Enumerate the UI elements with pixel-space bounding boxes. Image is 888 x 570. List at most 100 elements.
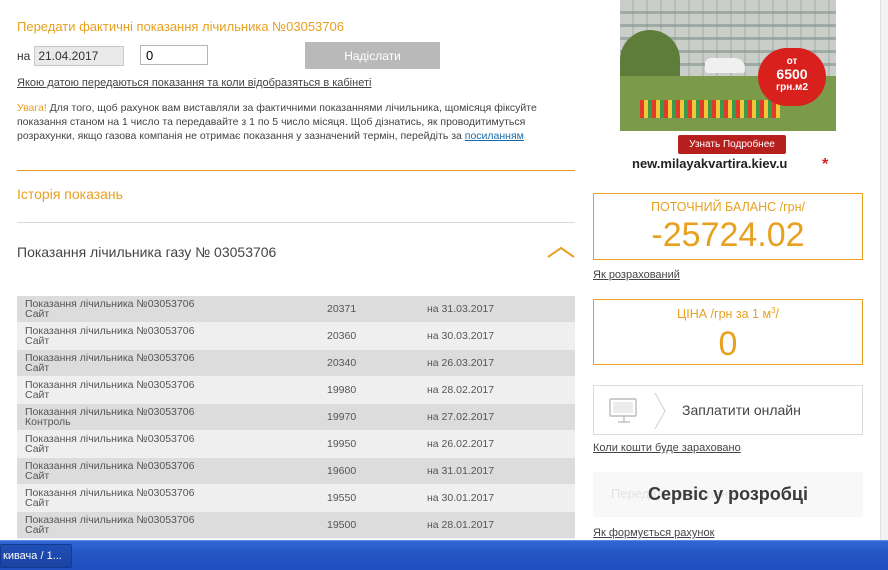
table-row: Показання лічильника №03053706 Сайт 20371 н… (17, 296, 575, 323)
row-name: Показання лічильника №03053706 Сайт (17, 514, 319, 536)
computer-icon (609, 398, 637, 423)
row-date: на 28.01.2017 (427, 519, 495, 531)
chevron-up-icon[interactable] (547, 245, 575, 259)
balance-calculation-link[interactable]: Як розрахований (593, 269, 680, 281)
row-meter-name: Показання лічильника №03053706 (25, 433, 195, 445)
row-name: Показання лічильника №03053706 Сайт (17, 433, 319, 455)
ad-star-icon: * (822, 156, 829, 173)
bill-formation-link[interactable]: Як формується рахунок (593, 527, 714, 539)
price-value: 0 (718, 325, 738, 364)
pay-online-label: Заплатити онлайн (682, 402, 801, 418)
ad-more-button[interactable]: Узнать Подробнее (678, 135, 786, 154)
ad-price-value: 6500 (776, 66, 808, 82)
table-row: Показання лічильника №03053706 Сайт 20340 н… (17, 350, 575, 377)
price-box: ЦІНА /грн за 1 м3/ 0 (593, 299, 863, 365)
readings-table: Показання лічильника №03053706 Сайт 20371 н… (17, 296, 575, 539)
row-name: Показання лічильника №03053706 Сайт (17, 352, 319, 374)
row-source: Контроль (25, 416, 71, 428)
warning-note: Увага! Для того, щоб рахунок вам виставл… (17, 101, 577, 143)
table-row: Показання лічильника №03053706 Сайт 19980 н… (17, 377, 575, 404)
table-row: Показання лічильника №03053706 Сайт 19500 н… (17, 512, 575, 539)
ad-price-unit: грн.м2 (775, 82, 809, 93)
date-row: на 21.04.2017 (17, 45, 125, 67)
row-name: Показання лічильника №03053706 Контроль (17, 407, 319, 428)
date-field[interactable]: 21.04.2017 (34, 46, 125, 66)
row-source: Сайт (25, 470, 50, 482)
advertisement-banner[interactable]: от 6500 грн.м2 Узнать Подробнее new.mila… (620, 0, 836, 175)
divider (17, 170, 575, 171)
pay-online-button[interactable]: Заплатити онлайн (593, 385, 863, 435)
row-date: на 27.02.2017 (427, 411, 495, 423)
row-date: на 31.01.2017 (427, 465, 495, 477)
ad-fence (640, 100, 780, 118)
send-button[interactable]: Надіслати (305, 42, 440, 69)
row-reading: 19600 (327, 465, 357, 477)
row-name: Показання лічильника №03053706 Сайт (17, 325, 319, 347)
ad-site-text: new.milayakvartira.kiev.u (632, 156, 788, 171)
row-source: Сайт (25, 443, 50, 455)
table-row: Показання лічильника №03053706 Сайт 20360 н… (17, 323, 575, 350)
row-source: Сайт (25, 335, 50, 347)
warning-text: Для того, щоб рахунок вам виставляли за … (17, 102, 537, 142)
main-content: Передати фактичні показання лічильника №… (0, 0, 590, 540)
price-caption-end: / (775, 307, 780, 322)
row-reading: 19970 (327, 411, 357, 423)
row-name: Показання лічильника №03053706 Сайт (17, 460, 319, 482)
date-label: на (17, 49, 31, 63)
row-name: Показання лічильника №03053706 Сайт (17, 487, 319, 509)
row-date: на 26.02.2017 (427, 438, 495, 450)
history-title[interactable]: Історія показань (17, 186, 123, 202)
price-caption-text: ЦІНА /грн за 1 м (676, 307, 772, 322)
row-meter-name: Показання лічильника №03053706 (25, 352, 195, 364)
row-reading: 19500 (327, 519, 357, 531)
row-date: на 28.02.2017 (427, 384, 495, 396)
submit-readings-title: Передати фактичні показання лічильника №… (17, 19, 344, 34)
reading-input[interactable] (140, 45, 208, 65)
balance-box: ПОТОЧНИЙ БАЛАНС /грн/ -25724.02 (593, 193, 863, 260)
table-row: Показання лічильника №03053706 Контроль 19… (17, 404, 575, 431)
row-reading: 19550 (327, 492, 357, 504)
row-name: Показання лічильника №03053706 Сайт (17, 298, 319, 320)
table-row: Показання лічильника №03053706 Сайт 19950 н… (17, 431, 575, 458)
chevron-right-icon (654, 392, 666, 430)
row-reading: 20371 (327, 303, 357, 315)
table-row: Показання лічильника №03053706 Сайт 19600 н… (17, 458, 575, 485)
divider (17, 222, 575, 223)
row-meter-name: Показання лічильника №03053706 (25, 379, 195, 391)
row-meter-name: Показання лічильника №03053706 (25, 298, 195, 310)
balance-caption: ПОТОЧНИЙ БАЛАНС /грн/ (651, 200, 805, 214)
row-source: Сайт (25, 524, 50, 536)
ad-price-badge: от 6500 грн.м2 (758, 48, 826, 106)
scrollbar[interactable] (880, 0, 888, 540)
row-meter-name: Показання лічильника №03053706 (25, 460, 195, 472)
balance-value: -25724.02 (651, 216, 805, 254)
row-source: Сайт (25, 389, 50, 401)
row-reading: 20340 (327, 357, 357, 369)
submission-date-info-link[interactable]: Якою датою передаються показання та коли… (17, 77, 371, 89)
warning-label: Увага! (17, 102, 47, 114)
taskbar: кивача / 1... (0, 540, 888, 570)
row-date: на 31.03.2017 (427, 303, 495, 315)
service-in-development: Передати показання Сервіс у розробці (593, 472, 863, 517)
ad-car (705, 58, 745, 73)
row-meter-name: Показання лічильника №03053706 (25, 514, 195, 526)
row-name: Показання лічильника №03053706 Сайт (17, 379, 319, 401)
row-reading: 19950 (327, 438, 357, 450)
meter-history-title: Показання лічильника газу № 03053706 (17, 244, 277, 260)
payment-crediting-link[interactable]: Коли кошти буде зараховано (593, 442, 741, 454)
row-source: Сайт (25, 497, 50, 509)
warning-link[interactable]: посиланням (465, 130, 524, 142)
row-date: на 30.03.2017 (427, 330, 495, 342)
row-date: на 30.01.2017 (427, 492, 495, 504)
row-reading: 19980 (327, 384, 357, 396)
table-row: Показання лічильника №03053706 Сайт 19550 н… (17, 485, 575, 512)
row-source: Сайт (25, 362, 50, 374)
row-source: Сайт (25, 308, 50, 320)
row-meter-name: Показання лічильника №03053706 (25, 487, 195, 499)
service-label: Сервіс у розробці (648, 484, 808, 504)
row-date: на 26.03.2017 (427, 357, 495, 369)
price-caption: ЦІНА /грн за 1 м3/ (594, 306, 862, 321)
row-reading: 20360 (327, 330, 357, 342)
row-meter-name: Показання лічильника №03053706 (25, 325, 195, 337)
taskbar-item[interactable]: кивача / 1... (0, 544, 72, 568)
